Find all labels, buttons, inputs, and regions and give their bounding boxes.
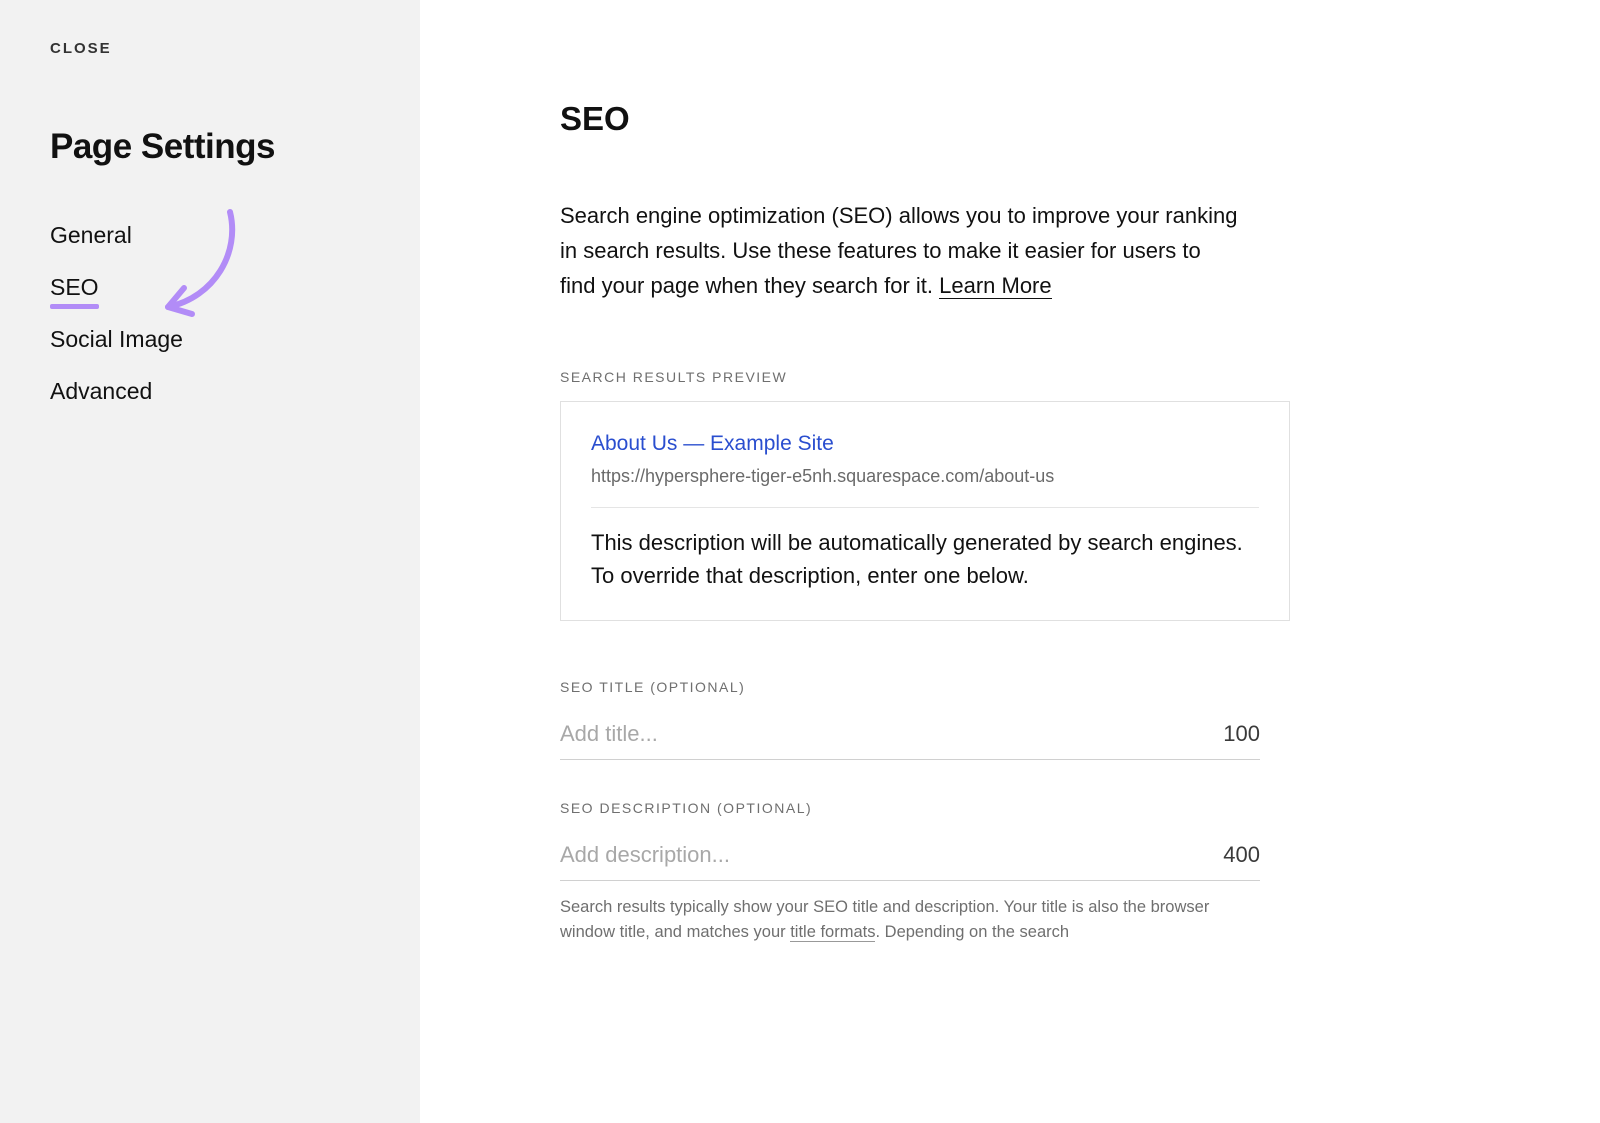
preview-title: About Us — Example Site: [591, 432, 1259, 456]
sidebar-title: Page Settings: [50, 127, 370, 167]
page-title: SEO: [560, 100, 1500, 138]
sidebar-item-seo[interactable]: SEO: [50, 274, 99, 301]
seo-description-label: SEO DESCRIPTION (OPTIONAL): [560, 800, 1260, 816]
seo-title-counter: 100: [1223, 721, 1260, 747]
sidebar-item-general[interactable]: General: [50, 222, 132, 249]
seo-description-input-row: 400: [560, 832, 1260, 881]
seo-title-input-row: 100: [560, 711, 1260, 760]
main-panel: SEO Search engine optimization (SEO) all…: [420, 0, 1600, 1123]
sidebar-nav: General SEO Social Image Advanced: [50, 222, 370, 430]
learn-more-link[interactable]: Learn More: [939, 273, 1052, 299]
help-text-post: . Depending on the search: [875, 923, 1069, 941]
seo-description-counter: 400: [1223, 842, 1260, 868]
intro-copy: Search engine optimization (SEO) allows …: [560, 203, 1237, 298]
seo-title-input[interactable]: [560, 721, 1203, 747]
preview-description: This description will be automatically g…: [591, 526, 1259, 592]
seo-title-label: SEO TITLE (OPTIONAL): [560, 679, 1260, 695]
preview-divider: [591, 507, 1259, 508]
search-results-preview: About Us — Example Site https://hypersph…: [560, 401, 1290, 621]
preview-label: SEARCH RESULTS PREVIEW: [560, 369, 1500, 385]
settings-sidebar: CLOSE Page Settings General SEO Social I…: [0, 0, 420, 1123]
seo-title-field: SEO TITLE (OPTIONAL) 100: [560, 679, 1260, 760]
title-formats-link[interactable]: title formats: [790, 923, 875, 942]
seo-description-help: Search results typically show your SEO t…: [560, 895, 1250, 946]
sidebar-item-advanced[interactable]: Advanced: [50, 378, 152, 405]
seo-description-input[interactable]: [560, 842, 1203, 868]
close-button[interactable]: CLOSE: [50, 40, 370, 57]
seo-intro-text: Search engine optimization (SEO) allows …: [560, 198, 1240, 304]
app-container: CLOSE Page Settings General SEO Social I…: [0, 0, 1600, 1123]
preview-url: https://hypersphere-tiger-e5nh.squarespa…: [591, 466, 1259, 487]
seo-description-field: SEO DESCRIPTION (OPTIONAL) 400 Search re…: [560, 800, 1260, 946]
sidebar-item-social-image[interactable]: Social Image: [50, 326, 183, 353]
annotation-arrow-icon: [150, 202, 250, 342]
